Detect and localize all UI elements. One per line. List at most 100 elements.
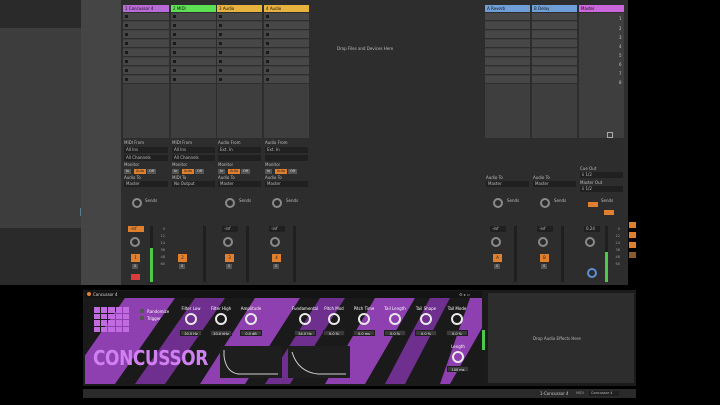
clip-slot[interactable]	[532, 40, 577, 48]
clip-slot[interactable]	[171, 40, 216, 48]
volume-display-1[interactable]: -inf	[128, 226, 144, 232]
audio-from-select-4[interactable]: Ext. In	[265, 147, 308, 153]
send-knob-a[interactable]	[493, 198, 503, 208]
side-toggle-3[interactable]	[629, 242, 636, 248]
track-activator-4[interactable]: 4	[272, 254, 281, 262]
master-pan-knob[interactable]	[585, 237, 595, 247]
value-tail-shape[interactable]: 0.0 %	[415, 330, 437, 336]
pad[interactable]	[122, 313, 129, 319]
knob-tail-mode[interactable]	[451, 313, 463, 325]
clip-slot[interactable]	[123, 76, 169, 84]
pad[interactable]	[101, 307, 108, 313]
clip-stop-icon[interactable]	[219, 78, 222, 81]
audio-to-select-4[interactable]: Master	[265, 181, 308, 187]
knob-filter-high[interactable]	[215, 313, 227, 325]
clip-stop-icon[interactable]	[219, 24, 222, 27]
knob-pitch-mod[interactable]	[328, 313, 340, 325]
clip-slot[interactable]	[217, 49, 262, 57]
knob-pitch-time[interactable]	[358, 313, 370, 325]
audio-channel-select-3[interactable]	[218, 155, 261, 161]
audio-to-select-1[interactable]: Master	[124, 181, 168, 187]
value-pitch-mod[interactable]: 0.0 %	[323, 330, 345, 336]
clip-slot[interactable]	[485, 31, 530, 39]
clip-stop-icon[interactable]	[125, 24, 128, 27]
clip-slot[interactable]	[264, 58, 309, 66]
master-volume-display[interactable]: 0.24	[584, 226, 600, 232]
monitor-off-2[interactable]: Off	[195, 169, 205, 174]
audio-to-select-a[interactable]: Master	[486, 181, 529, 187]
clip-slot[interactable]	[171, 13, 216, 21]
trigger-pad-grid[interactable]	[94, 307, 129, 332]
pad[interactable]	[94, 320, 101, 326]
clip-slot[interactable]	[532, 31, 577, 39]
audio-to-select-3[interactable]: Master	[218, 181, 261, 187]
value-filter-low[interactable]: 20.0 Hz	[180, 330, 202, 336]
clip-stop-icon[interactable]	[173, 24, 176, 27]
volume-display-a[interactable]: -inf	[490, 226, 506, 232]
pan-knob-3[interactable]	[223, 237, 233, 247]
pad[interactable]	[115, 326, 122, 332]
cue-volume-display[interactable]	[588, 202, 598, 207]
track-activator-1[interactable]: 1	[131, 254, 140, 262]
return-activator-a[interactable]: A	[493, 254, 502, 262]
clip-slot[interactable]	[217, 22, 262, 30]
clip-slot[interactable]	[171, 67, 216, 75]
clip-slot[interactable]	[485, 22, 530, 30]
clip-stop-icon[interactable]	[125, 69, 128, 72]
clip-stop-icon[interactable]	[173, 51, 176, 54]
browser-list[interactable]	[0, 28, 81, 228]
clip-slot[interactable]	[217, 67, 262, 75]
pad[interactable]	[122, 320, 129, 326]
clip-slot[interactable]	[264, 31, 309, 39]
monitor-auto-2[interactable]: Auto	[182, 169, 195, 174]
clip-stop-icon[interactable]	[219, 15, 222, 18]
clip-slot[interactable]	[123, 22, 169, 30]
master-header[interactable]: Master	[579, 5, 624, 12]
clip-stop-icon[interactable]	[173, 60, 176, 63]
clip-stop-icon[interactable]	[125, 15, 128, 18]
pad[interactable]	[115, 313, 122, 319]
clip-slot[interactable]	[171, 22, 216, 30]
send-knob-4[interactable]	[272, 198, 282, 208]
pad[interactable]	[115, 320, 122, 326]
clip-slot[interactable]	[264, 13, 309, 21]
clip-slot[interactable]	[217, 31, 262, 39]
clip-stop-icon[interactable]	[266, 15, 269, 18]
track-header-3[interactable]: 3 Audio	[217, 5, 262, 12]
clip-stop-icon[interactable]	[125, 33, 128, 36]
clip-slot[interactable]	[123, 13, 169, 21]
clip-slot[interactable]	[264, 49, 309, 57]
clip-stop-icon[interactable]	[219, 33, 222, 36]
clip-slot[interactable]	[171, 58, 216, 66]
scene-8[interactable]: 8	[619, 80, 622, 85]
audio-to-select-b[interactable]: Master	[533, 181, 576, 187]
midi-from-select-1[interactable]: All Ins	[124, 147, 168, 153]
clip-stop-icon[interactable]	[125, 51, 128, 54]
knob-fundamental[interactable]	[299, 313, 311, 325]
clip-slot[interactable]	[123, 31, 169, 39]
monitor-in-4[interactable]: In	[265, 169, 273, 174]
midi-channel-select-2[interactable]: All Channels	[172, 155, 215, 161]
scene-3[interactable]: 3	[619, 35, 622, 40]
pad[interactable]	[94, 307, 101, 313]
return-activator-b[interactable]: B	[540, 254, 549, 262]
device-menu-icons[interactable]: ⚙ ▸ ▫	[459, 292, 477, 297]
clip-stop-icon[interactable]	[125, 42, 128, 45]
pad[interactable]	[122, 307, 129, 313]
pan-knob-1[interactable]	[130, 237, 140, 247]
clip-slot[interactable]	[217, 76, 262, 84]
track-activator-2[interactable]: 2	[178, 254, 187, 262]
clip-stop-icon[interactable]	[125, 60, 128, 63]
track-header-2[interactable]: 2 MIDI	[171, 5, 216, 12]
cue-out-select[interactable]: ii 1/2	[580, 172, 623, 178]
scene-4[interactable]: 4	[619, 44, 622, 49]
pad[interactable]	[101, 313, 108, 319]
clip-slot[interactable]	[532, 49, 577, 57]
clip-stop-icon[interactable]	[219, 51, 222, 54]
clip-stop-icon[interactable]	[266, 42, 269, 45]
send-knob-3[interactable]	[225, 198, 235, 208]
clip-stop-icon[interactable]	[266, 51, 269, 54]
value-filter-high[interactable]: 20.0 kHz	[210, 330, 232, 336]
send-knob-1[interactable]	[132, 198, 142, 208]
knob-length[interactable]	[452, 351, 464, 363]
